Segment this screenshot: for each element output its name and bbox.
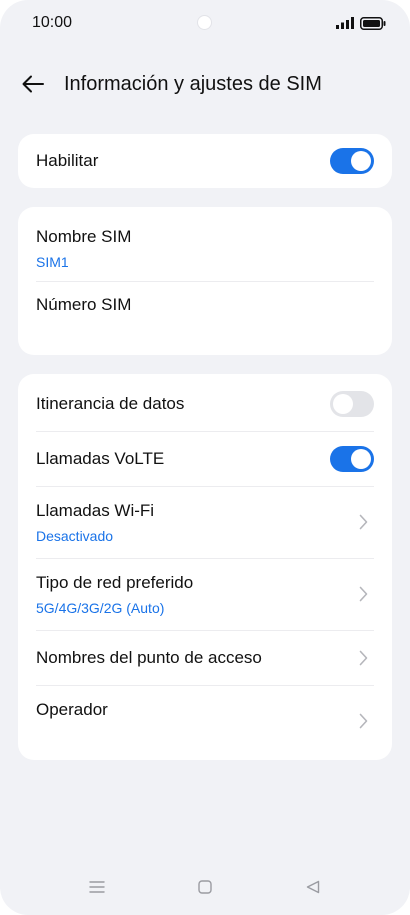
roaming-toggle[interactable]: [330, 391, 374, 417]
sim-info-card: Nombre SIM SIM1 Número SIM: [18, 207, 392, 355]
preferred-network-label: Tipo de red preferido: [36, 572, 194, 592]
header: Información y ajustes de SIM: [0, 60, 410, 108]
back-arrow-icon: [22, 75, 44, 93]
back-icon: [306, 880, 320, 894]
system-nav-bar: [0, 859, 410, 915]
preferred-network-value: 5G/4G/3G/2G (Auto): [36, 599, 165, 616]
back-button[interactable]: [18, 69, 48, 99]
status-icons: [336, 16, 386, 30]
enable-toggle[interactable]: [330, 148, 374, 174]
menu-icon: [89, 881, 105, 893]
enable-row[interactable]: Habilitar: [36, 134, 374, 188]
page-title: Información y ajustes de SIM: [64, 72, 322, 95]
sim-number-row[interactable]: Número SIM: [36, 293, 374, 317]
divider: [36, 558, 374, 559]
home-icon: [198, 880, 212, 894]
toggle-knob: [351, 151, 371, 171]
divider: [36, 281, 374, 282]
roaming-row[interactable]: Itinerancia de datos: [36, 382, 374, 426]
back-nav-button[interactable]: [302, 876, 324, 898]
wifi-calling-row[interactable]: Llamadas Wi-Fi Desactivado: [36, 497, 374, 547]
operator-row[interactable]: Operador: [36, 696, 374, 746]
chevron-right-icon: [356, 514, 370, 530]
phone-screen: 10:00 Información y ajustes de SIM Habil…: [0, 0, 410, 915]
network-card: Itinerancia de datos Llamadas VoLTE Llam…: [18, 374, 392, 760]
battery-icon: [360, 16, 386, 30]
volte-row[interactable]: Llamadas VoLTE: [36, 437, 374, 481]
sim-name-value: SIM1: [36, 253, 69, 270]
divider: [36, 685, 374, 686]
apn-row[interactable]: Nombres del punto de acceso: [36, 636, 374, 680]
chevron-right-icon: [356, 586, 370, 602]
toggle-knob: [351, 449, 371, 469]
enable-label: Habilitar: [36, 151, 99, 170]
divider: [36, 431, 374, 432]
chevron-right-icon: [356, 650, 370, 666]
operator-label: Operador: [36, 700, 108, 719]
sim-number-label: Número SIM: [36, 295, 132, 314]
divider: [36, 486, 374, 487]
wifi-calling-label: Llamadas Wi-Fi: [36, 500, 155, 520]
preferred-network-row[interactable]: Tipo de red preferido 5G/4G/3G/2G (Auto): [36, 569, 374, 619]
chevron-right-icon: [356, 713, 370, 729]
enable-card: Habilitar: [18, 134, 392, 188]
front-camera: [197, 15, 212, 30]
wifi-calling-value: Desactivado: [36, 527, 114, 544]
toggle-knob: [333, 394, 353, 414]
volte-label: Llamadas VoLTE: [36, 449, 165, 468]
roaming-label: Itinerancia de datos: [36, 394, 185, 413]
sim-name-row[interactable]: Nombre SIM SIM1: [36, 223, 374, 273]
menu-button[interactable]: [86, 876, 108, 898]
sim-name-label: Nombre SIM: [36, 226, 132, 246]
home-button[interactable]: [194, 876, 216, 898]
signal-icon: [336, 17, 354, 29]
status-time: 10:00: [32, 14, 73, 31]
volte-toggle[interactable]: [330, 446, 374, 472]
divider: [36, 630, 374, 631]
apn-label: Nombres del punto de acceso: [36, 648, 262, 667]
